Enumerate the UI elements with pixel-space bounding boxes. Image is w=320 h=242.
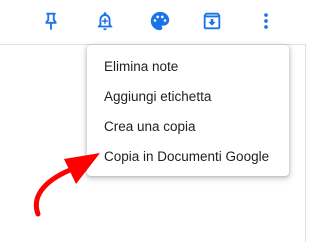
- menu-item-elimina-note[interactable]: Elimina note: [87, 52, 289, 82]
- menu-item-aggiungi-etichetta[interactable]: Aggiungi etichetta: [87, 82, 289, 112]
- palette-icon[interactable]: [145, 6, 175, 36]
- menu-item-crea-una-copia[interactable]: Crea una copia: [87, 112, 289, 142]
- more-vert-icon[interactable]: [251, 6, 281, 36]
- more-options-menu: Elimina note Aggiungi etichetta Crea una…: [87, 45, 289, 176]
- menu-item-copia-in-documenti-google[interactable]: Copia in Documenti Google: [87, 142, 289, 172]
- note-toolbar: [0, 0, 318, 42]
- panel-divider: [305, 44, 306, 242]
- archive-icon[interactable]: [197, 6, 227, 36]
- pin-icon[interactable]: [36, 6, 66, 36]
- reminder-bell-icon[interactable]: [90, 6, 120, 36]
- red-arrow-icon: [33, 153, 100, 217]
